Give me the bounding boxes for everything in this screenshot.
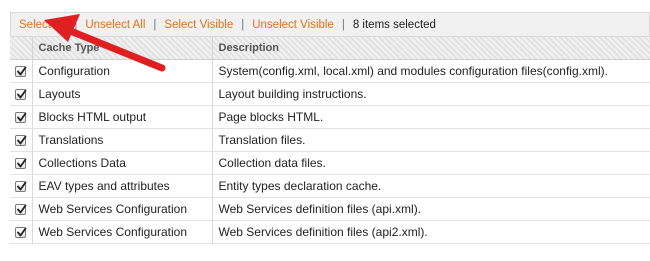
red-arrow-annotation xyxy=(44,14,166,72)
separator: | xyxy=(241,18,245,31)
description-cell: Translation files. xyxy=(212,128,650,152)
description-cell: Page blocks HTML. xyxy=(212,105,650,129)
description-cell: Layout building instructions. xyxy=(212,82,650,106)
separator: | xyxy=(341,18,345,31)
table-row[interactable]: Collections Data Collection data files. xyxy=(10,151,650,175)
row-checkbox[interactable] xyxy=(15,135,27,147)
row-checkbox-cell xyxy=(10,197,33,221)
cache-type-cell: Blocks HTML output xyxy=(32,105,213,129)
row-checkbox-cell xyxy=(10,220,33,244)
checkmark-icon xyxy=(17,181,27,191)
description-cell: Collection data files. xyxy=(212,151,650,175)
cache-type-cell: Layouts xyxy=(32,82,213,106)
row-checkbox-cell xyxy=(10,174,33,198)
row-checkbox[interactable] xyxy=(15,89,27,101)
selected-count: 8 items selected xyxy=(352,18,436,31)
cache-type-cell: Web Services Configuration xyxy=(32,220,213,244)
unselect-visible-link[interactable]: Unselect Visible xyxy=(252,19,334,31)
description-cell: System(config.xml, local.xml) and module… xyxy=(212,59,650,83)
select-visible-link[interactable]: Select Visible xyxy=(164,19,233,31)
description-cell: Entity types declaration cache. xyxy=(212,174,650,198)
row-checkbox[interactable] xyxy=(15,204,27,216)
description-cell: Web Services definition files (api.xml). xyxy=(212,197,650,221)
row-checkbox-cell xyxy=(10,105,33,129)
description-cell: Web Services definition files (api2.xml)… xyxy=(212,220,650,244)
table-row[interactable]: Web Services Configuration Web Services d… xyxy=(10,197,650,221)
description-column-header[interactable]: Description xyxy=(212,37,650,60)
row-checkbox-cell xyxy=(10,82,33,106)
table-row[interactable]: Web Services Configuration Web Services d… xyxy=(10,220,650,244)
checkmark-icon xyxy=(17,227,27,237)
checkmark-icon xyxy=(17,135,27,145)
row-checkbox[interactable] xyxy=(15,66,27,78)
checkmark-icon xyxy=(17,66,27,76)
table-row[interactable]: EAV types and attributes Entity types dec… xyxy=(10,174,650,198)
table-row[interactable]: Translations Translation files. xyxy=(10,128,650,152)
cache-type-cell: Translations xyxy=(32,128,213,152)
cache-type-cell: Web Services Configuration xyxy=(32,197,213,221)
row-checkbox[interactable] xyxy=(15,112,27,124)
arrow-head-icon xyxy=(44,14,80,42)
arrow-shaft xyxy=(64,26,166,72)
checkmark-icon xyxy=(17,204,27,214)
checkmark-icon xyxy=(17,158,27,168)
checkmark-icon xyxy=(17,112,27,122)
checkbox-column-header xyxy=(10,37,33,60)
checkmark-icon xyxy=(17,89,27,99)
table-body: Configuration System(config.xml, local.xm… xyxy=(10,59,650,244)
cache-type-cell: EAV types and attributes xyxy=(32,174,213,198)
row-checkbox[interactable] xyxy=(15,181,27,193)
row-checkbox[interactable] xyxy=(15,158,27,170)
row-checkbox-cell xyxy=(10,151,33,175)
table-row[interactable]: Blocks HTML output Page blocks HTML. xyxy=(10,105,650,129)
row-checkbox[interactable] xyxy=(15,227,27,239)
cache-management-grid: Select All | Unselect All | Select Visib… xyxy=(0,0,650,261)
row-checkbox-cell xyxy=(10,128,33,152)
cache-type-cell: Collections Data xyxy=(32,151,213,175)
row-checkbox-cell xyxy=(10,59,33,83)
table-row[interactable]: Layouts Layout building instructions. xyxy=(10,82,650,106)
